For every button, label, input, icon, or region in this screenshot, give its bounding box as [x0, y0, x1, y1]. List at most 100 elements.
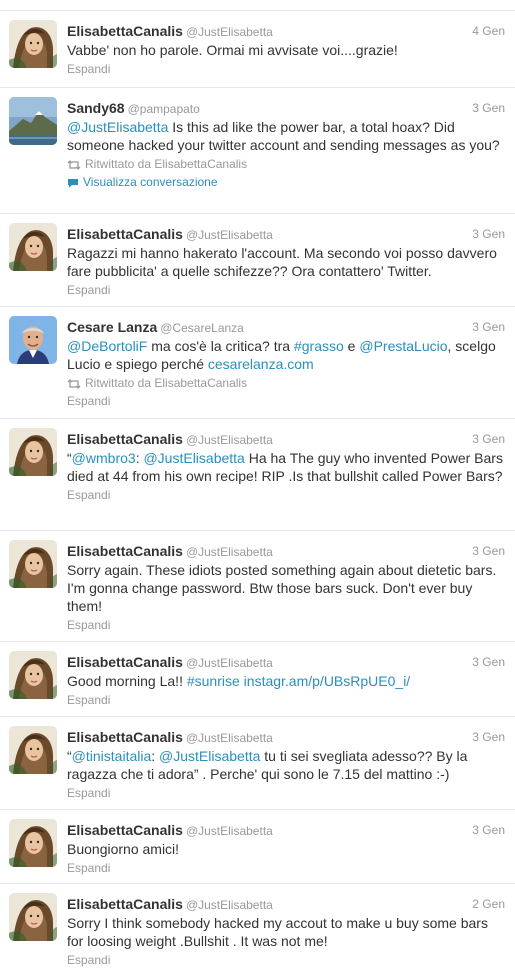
retweet-icon — [67, 160, 81, 170]
tweet-timestamp[interactable]: 4 Gen — [472, 22, 505, 40]
user-handle[interactable]: @JustElisabetta — [186, 545, 273, 559]
tweet-text-segment: Buongiorno amici! — [67, 841, 180, 857]
tweet-link[interactable]: @DeBortoliF — [67, 338, 147, 354]
avatar[interactable] — [9, 20, 57, 68]
retweeted-by-label: Ritwittato da ElisabettaCanalis — [85, 157, 248, 171]
expand-link[interactable]: Espandi — [67, 692, 505, 708]
user-handle[interactable]: @JustElisabetta — [186, 898, 273, 912]
user-fullname[interactable]: ElisabettaCanalis — [67, 431, 183, 447]
tweet-content: ElisabettaCanalis @JustElisabetta 3 Gen Sor… — [67, 542, 505, 633]
avatar[interactable] — [9, 97, 57, 145]
tweet[interactable]: Cesare Lanza @CesareLanza 3 Gen @DeBortoliF… — [0, 306, 515, 418]
tweet-link[interactable]: @wmbro3 — [72, 450, 136, 466]
user-handle[interactable]: @pampapato — [128, 102, 200, 116]
tweet-content: Cesare Lanza @CesareLanza 3 Gen @DeBortoliF… — [67, 318, 505, 409]
tweet-timestamp[interactable]: 2 Gen — [472, 895, 505, 913]
user-fullname[interactable]: Cesare Lanza — [67, 319, 157, 335]
tweet-text: Ragazzi mi hanno hakerato l'account. Ma … — [67, 244, 505, 280]
tweet[interactable]: ElisabettaCanalis @JustElisabetta 3 Gen Sor… — [0, 530, 515, 641]
tweet-text-segment: Good morning La!! — [67, 673, 187, 689]
tweet-text-segment: Sorry again. These idiots posted somethi… — [67, 562, 497, 614]
expand-link[interactable]: Espandi — [67, 487, 505, 503]
expand-link[interactable]: Espandi — [67, 952, 505, 968]
retweet-icon — [67, 379, 81, 389]
user-fullname[interactable]: ElisabettaCanalis — [67, 822, 183, 838]
expand-link[interactable]: Espandi — [67, 617, 505, 633]
avatar[interactable] — [9, 428, 57, 476]
user-fullname[interactable]: ElisabettaCanalis — [67, 896, 183, 912]
tweet-timeline: ElisabettaCanalis @JustElisabetta 4 Gen Vab… — [0, 0, 515, 976]
tweet-link[interactable]: @tinistaitalia — [72, 748, 152, 764]
user-fullname[interactable]: ElisabettaCanalis — [67, 654, 183, 670]
expand-link[interactable]: Espandi — [67, 393, 505, 409]
tweet-text-segment: : — [151, 748, 160, 764]
tweet-link[interactable]: cesarelanza.com — [208, 356, 314, 372]
retweeted-by[interactable]: Ritwittato da ElisabettaCanalis — [67, 375, 505, 391]
tweet[interactable]: ElisabettaCanalis @JustElisabetta 3 Gen Rag… — [0, 213, 515, 306]
avatar[interactable] — [9, 651, 57, 699]
expand-link[interactable]: Espandi — [67, 282, 505, 298]
tweet-link[interactable]: @PrestaLucio — [359, 338, 447, 354]
tweet-text-segment: Vabbe' non ho parole. Ormai mi avvisate … — [67, 42, 398, 58]
tweet-header: ElisabettaCanalis @JustElisabetta 4 Gen — [67, 22, 505, 40]
user-fullname[interactable]: ElisabettaCanalis — [67, 23, 183, 39]
conversation-icon — [68, 179, 78, 188]
tweet-timestamp[interactable]: 3 Gen — [472, 821, 505, 839]
tweet-timestamp[interactable]: 3 Gen — [472, 542, 505, 560]
tweet-link[interactable]: @JustElisabetta — [143, 450, 244, 466]
tweet-text: Good morning La!! #sunrise instagr.am/p/… — [67, 672, 505, 690]
tweet[interactable]: ElisabettaCanalis @JustElisabetta 3 Gen “@w… — [0, 418, 515, 530]
tweet[interactable]: ElisabettaCanalis @JustElisabetta 3 Gen Goo… — [0, 641, 515, 716]
user-handle[interactable]: @JustElisabetta — [186, 731, 273, 745]
user-handle[interactable]: @JustElisabetta — [186, 824, 273, 838]
avatar[interactable] — [9, 726, 57, 774]
tweet[interactable]: Sandy68 @pampapato 3 Gen @JustElisabetta Is… — [0, 87, 515, 213]
tweet[interactable]: ElisabettaCanalis @JustElisabetta 3 Gen “@t… — [0, 716, 515, 809]
tweet-text: Sorry I think somebody hacked my accout … — [67, 914, 505, 950]
tweet-content: ElisabettaCanalis @JustElisabetta 3 Gen “@t… — [67, 728, 505, 801]
avatar[interactable] — [9, 819, 57, 867]
tweet-timestamp[interactable]: 3 Gen — [472, 225, 505, 243]
user-handle[interactable]: @JustElisabetta — [186, 25, 273, 39]
expand-link[interactable]: Espandi — [67, 61, 505, 77]
tweet-text: @DeBortoliF ma cos'è la critica? tra #gr… — [67, 337, 505, 373]
tweet[interactable]: ElisabettaCanalis @JustElisabetta 4 Gen Vab… — [0, 10, 515, 87]
avatar[interactable] — [9, 540, 57, 588]
tweet-timestamp[interactable]: 3 Gen — [472, 430, 505, 448]
tweet-timestamp[interactable]: 3 Gen — [472, 728, 505, 746]
tweet-link[interactable]: #grasso — [294, 338, 344, 354]
tweet-timestamp[interactable]: 3 Gen — [472, 653, 505, 671]
user-handle[interactable]: @JustElisabetta — [186, 228, 273, 242]
tweet-link[interactable]: #sunrise — [187, 673, 240, 689]
user-handle[interactable]: @CesareLanza — [160, 321, 244, 335]
user-handle[interactable]: @JustElisabetta — [186, 433, 273, 447]
user-handle[interactable]: @JustElisabetta — [186, 656, 273, 670]
user-fullname[interactable]: ElisabettaCanalis — [67, 729, 183, 745]
expand-link[interactable]: Espandi — [67, 860, 505, 876]
tweet-link[interactable]: @JustElisabetta — [67, 119, 168, 135]
tweet-content: ElisabettaCanalis @JustElisabetta 3 Gen “@w… — [67, 430, 505, 503]
tweet-timestamp[interactable]: 3 Gen — [472, 318, 505, 336]
retweeted-by[interactable]: Ritwittato da ElisabettaCanalis — [67, 156, 505, 172]
user-fullname[interactable]: ElisabettaCanalis — [67, 543, 183, 559]
tweet-content: ElisabettaCanalis @JustElisabetta 3 Gen Rag… — [67, 225, 505, 298]
tweet-link[interactable]: instagr.am/p/UBsRpUE0_i/ — [244, 673, 411, 689]
tweet-header: Cesare Lanza @CesareLanza 3 Gen — [67, 318, 505, 336]
tweet[interactable]: ElisabettaCanalis @JustElisabetta 3 Gen Buo… — [0, 809, 515, 883]
tweet-content: ElisabettaCanalis @JustElisabetta 3 Gen Buo… — [67, 821, 505, 876]
tweet-text: “@tinistaitalia: @JustElisabetta tu ti s… — [67, 747, 505, 783]
avatar[interactable] — [9, 316, 57, 364]
tweet-content: ElisabettaCanalis @JustElisabetta 2 Gen Sor… — [67, 895, 505, 968]
tweet-text-segment: e — [343, 338, 360, 354]
tweet-timestamp[interactable]: 3 Gen — [472, 99, 505, 117]
user-fullname[interactable]: ElisabettaCanalis — [67, 226, 183, 242]
tweet-text: “@wmbro3: @JustElisabetta Ha ha The guy … — [67, 449, 505, 485]
user-fullname[interactable]: Sandy68 — [67, 100, 125, 116]
tweet-link[interactable]: @JustElisabetta — [159, 748, 260, 764]
view-conversation-link[interactable]: Visualizza conversazione — [67, 174, 505, 190]
expand-link[interactable]: Espandi — [67, 785, 505, 801]
tweet-header: ElisabettaCanalis @JustElisabetta 3 Gen — [67, 430, 505, 448]
tweet[interactable]: ElisabettaCanalis @JustElisabetta 2 Gen Sor… — [0, 883, 515, 976]
avatar[interactable] — [9, 893, 57, 941]
avatar[interactable] — [9, 223, 57, 271]
